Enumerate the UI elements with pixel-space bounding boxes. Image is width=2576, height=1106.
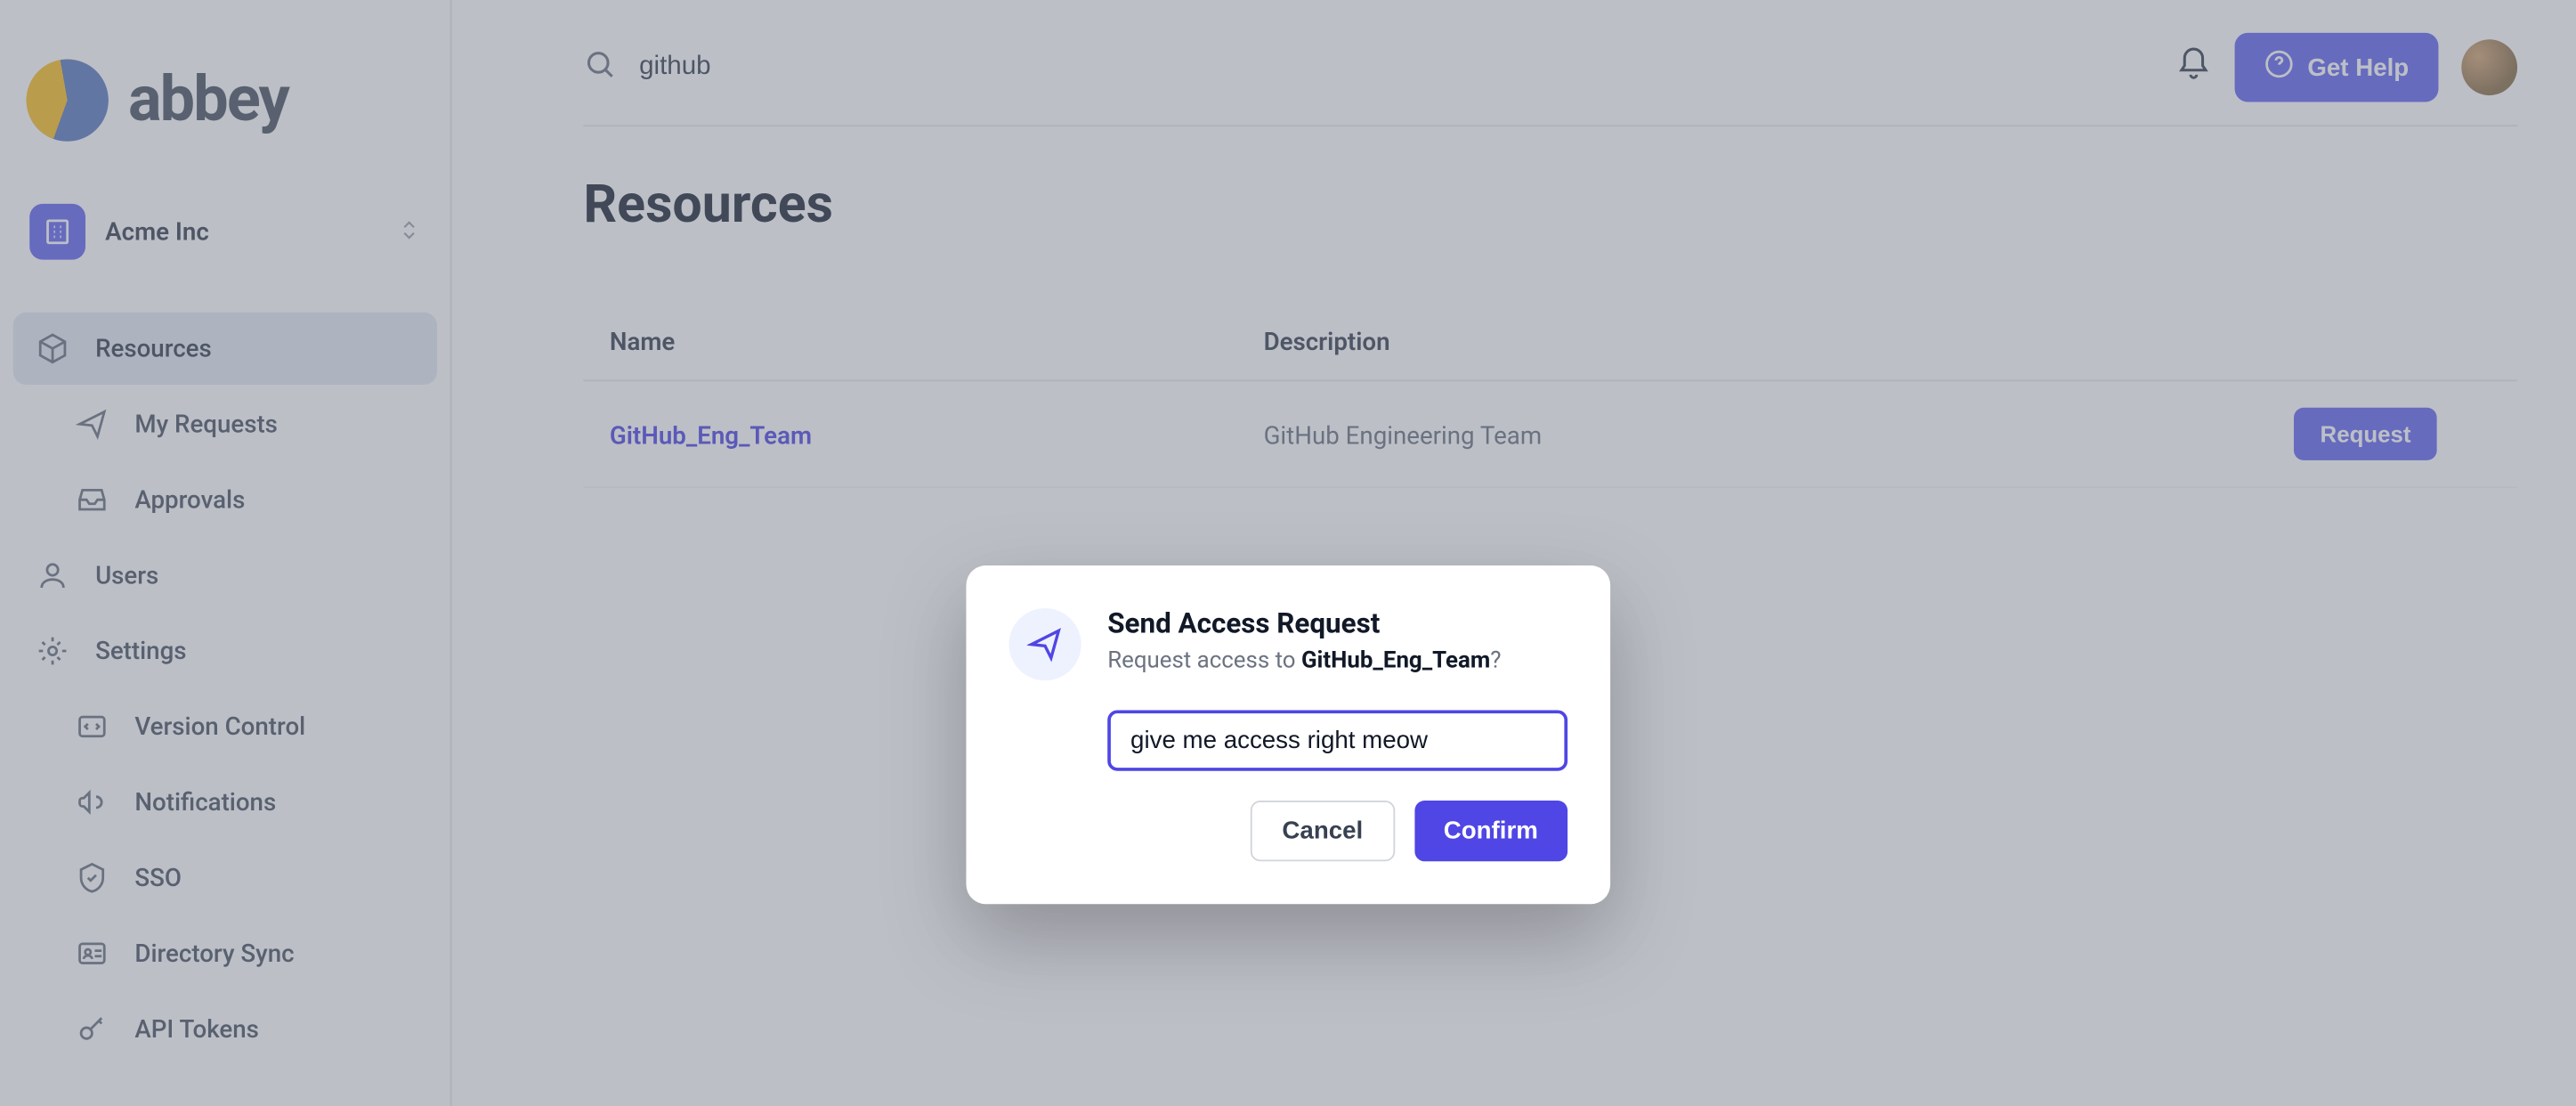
modal-title: Send Access Request bbox=[1107, 608, 1501, 641]
access-request-modal: Send Access Request Request access to Gi… bbox=[966, 565, 1610, 904]
modal-overlay[interactable]: Send Access Request Request access to Gi… bbox=[0, 0, 2576, 1106]
modal-subtitle-suffix: ? bbox=[1490, 647, 1501, 674]
confirm-button[interactable]: Confirm bbox=[1414, 801, 1567, 861]
modal-subtitle-prefix: Request access to bbox=[1107, 647, 1301, 674]
request-reason-input[interactable] bbox=[1107, 710, 1567, 770]
modal-subtitle-target: GitHub_Eng_Team bbox=[1301, 647, 1490, 674]
cancel-button[interactable]: Cancel bbox=[1251, 801, 1394, 861]
send-icon bbox=[1009, 608, 1081, 680]
modal-subtitle: Request access to GitHub_Eng_Team? bbox=[1107, 647, 1501, 674]
